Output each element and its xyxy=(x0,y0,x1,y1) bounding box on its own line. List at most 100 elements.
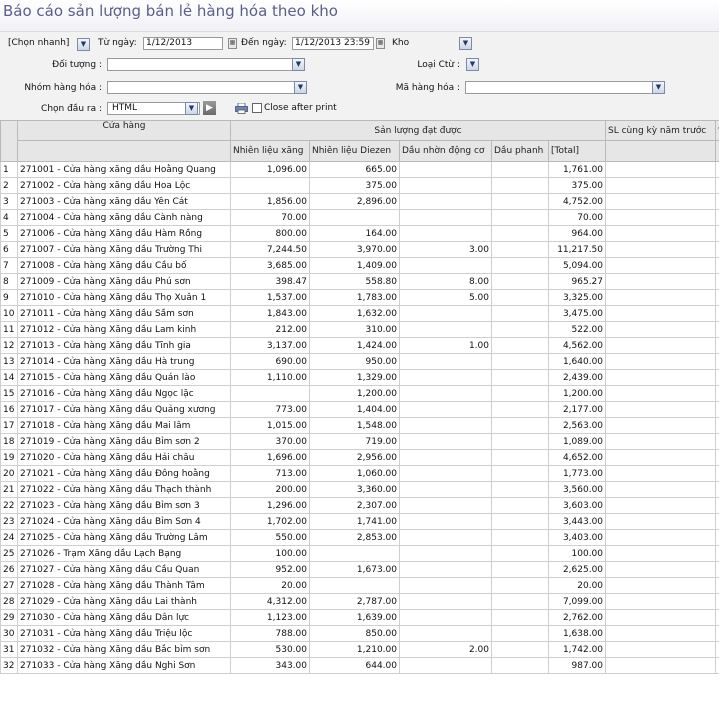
prev-year-cell xyxy=(605,353,717,370)
quick-select-dropdown-icon[interactable]: ▼ xyxy=(77,38,90,51)
object-dropdown-icon[interactable]: ▼ xyxy=(292,58,305,71)
diesel-cell: 1,329.00 xyxy=(309,369,400,386)
row-number: 5 xyxy=(0,225,18,242)
percent-header[interactable]: % xyxy=(715,120,719,141)
engine-oil-cell xyxy=(399,225,492,242)
gasoline-cell: 530.00 xyxy=(230,641,310,658)
brake-oil-cell xyxy=(491,177,549,194)
brake-oil-cell xyxy=(491,369,549,386)
table-row[interactable]: 17 271018 - Cửa hàng Xăng dầu Mai lâm 1,01… xyxy=(0,417,719,434)
table-row[interactable]: 16 271017 - Cửa hàng Xăng dầu Quảng xương… xyxy=(0,401,719,418)
diesel-cell: 644.00 xyxy=(309,657,400,674)
table-row[interactable]: 12 271013 - Cửa hàng Xăng dầu Tĩnh gia 3,1… xyxy=(0,337,719,354)
output-group-header: Sản lượng đạt được xyxy=(229,120,607,141)
product-code-select[interactable] xyxy=(465,81,665,94)
table-row[interactable]: 19 271020 - Cửa hàng Xăng dầu Hải châu 1,6… xyxy=(0,449,719,466)
table-row[interactable]: 5 271006 - Cửa hàng Xăng dầu Hàm Rồng 800.… xyxy=(0,225,719,242)
diesel-header[interactable]: Nhiên liệu Diezen xyxy=(309,140,400,162)
table-row[interactable]: 6 271007 - Cửa hàng Xăng dầu Trường Thi 7,… xyxy=(0,241,719,258)
product-group-select[interactable] xyxy=(107,81,307,94)
total-cell: 20.00 xyxy=(547,577,607,594)
table-row[interactable]: 10 271011 - Cửa hàng Xăng dầu Sầm sơn 1,84… xyxy=(0,305,719,322)
table-row[interactable]: 3 271003 - Cửa hàng xăng dầu Yên Cát 1,856… xyxy=(0,193,719,210)
gasoline-header[interactable]: Nhiên liệu xăng xyxy=(230,140,310,162)
gasoline-cell: 690.00 xyxy=(230,353,310,370)
table-row[interactable]: 29 271030 - Cửa hàng Xăng dầu Dân lực 1,12… xyxy=(0,609,719,626)
document-type-dropdown-icon[interactable]: ▼ xyxy=(466,58,479,71)
table-row[interactable]: 28 271029 - Cửa hàng Xăng dầu Lai thành 4,… xyxy=(0,593,719,610)
row-number: 29 xyxy=(0,609,18,626)
product-code-dropdown-icon[interactable]: ▼ xyxy=(652,81,665,94)
brake-oil-header[interactable]: Dầu phanh xyxy=(491,140,549,162)
to-calendar-icon[interactable]: ▦ xyxy=(376,38,385,49)
title-bar: Báo cáo sản lượng bán lẻ hàng hóa theo k… xyxy=(0,0,719,31)
from-date-input[interactable]: 1/12/2013 xyxy=(143,37,223,50)
table-row[interactable]: 31 271032 - Cửa hàng Xăng dầu Bắc bỉm sơn… xyxy=(0,641,719,658)
table-row[interactable]: 2 271002 - Cửa hàng xăng dầu Hoa Lộc 375.0… xyxy=(0,177,719,194)
table-row[interactable]: 1 271001 - Cửa hàng xăng dầu Hoằng Quang 1… xyxy=(0,161,719,178)
diesel-cell: 1,060.00 xyxy=(309,465,400,482)
percent-cell xyxy=(715,225,719,242)
total-cell: 1,742.00 xyxy=(547,641,607,658)
total-cell: 3,475.00 xyxy=(547,305,607,322)
warehouse-dropdown-icon[interactable]: ▼ xyxy=(459,37,472,50)
close-after-print-checkbox[interactable] xyxy=(252,103,262,113)
printer-icon[interactable] xyxy=(235,103,248,114)
diesel-cell: 950.00 xyxy=(309,353,400,370)
diesel-cell xyxy=(309,545,400,562)
row-number: 4 xyxy=(0,209,18,226)
product-group-dropdown-icon[interactable]: ▼ xyxy=(294,81,307,94)
table-row[interactable]: 32 271033 - Cửa hàng Xăng dầu Nghi Sơn 343… xyxy=(0,657,719,674)
gasoline-cell: 1,096.00 xyxy=(230,161,310,178)
filter-panel: [Chọn nhanh] ▼ Từ ngày: 1/12/2013 ▦ Đến … xyxy=(0,31,719,121)
table-row[interactable]: 26 271027 - Cửa hàng Xăng dầu Cầu Quan 952… xyxy=(0,561,719,578)
table-row[interactable]: 24 271025 - Cửa hàng Xăng dầu Trường Lâm 5… xyxy=(0,529,719,546)
to-date-input[interactable]: 1/12/2013 23:59 xyxy=(292,37,374,50)
table-row[interactable]: 11 271012 - Cửa hàng Xăng dầu Lam kinh 212… xyxy=(0,321,719,338)
close-after-print-label: Close after print xyxy=(264,103,337,113)
engine-oil-cell: 2.00 xyxy=(399,641,492,658)
engine-oil-cell xyxy=(399,417,492,434)
table-row[interactable]: 27 271028 - Cửa hàng Xăng dầu Thành Tâm 20… xyxy=(0,577,719,594)
gasoline-cell: 4,312.00 xyxy=(230,593,310,610)
gasoline-cell: 343.00 xyxy=(230,657,310,674)
row-number: 2 xyxy=(0,177,18,194)
table-row[interactable]: 9 271010 - Cửa hàng Xăng dầu Thọ Xuân 1 1,… xyxy=(0,289,719,306)
table-row[interactable]: 15 271016 - Cửa hàng Xăng dầu Ngọc lặc 1,2… xyxy=(0,385,719,402)
table-row[interactable]: 25 271026 - Trạm Xăng dầu Lạch Bạng 100.00… xyxy=(0,545,719,562)
table-row[interactable]: 18 271019 - Cửa hàng Xăng dầu Bỉm sơn 2 37… xyxy=(0,433,719,450)
gasoline-cell: 212.00 xyxy=(230,321,310,338)
prev-year-cell xyxy=(605,449,717,466)
table-row[interactable]: 21 271022 - Cửa hàng Xăng dầu Thạch thành… xyxy=(0,481,719,498)
prev-year-cell xyxy=(605,465,717,482)
total-header[interactable]: [Total] xyxy=(547,140,607,162)
store-name-cell: 271031 - Cửa hàng Xăng dầu Triệu lộc xyxy=(17,625,231,642)
table-row[interactable]: 30 271031 - Cửa hàng Xăng dầu Triệu lộc 78… xyxy=(0,625,719,642)
run-report-button[interactable]: ▶ xyxy=(203,101,216,115)
prev-year-subheader xyxy=(605,140,717,162)
store-name-cell: 271007 - Cửa hàng Xăng dầu Trường Thi xyxy=(17,241,231,258)
quick-select[interactable]: [Chọn nhanh] xyxy=(6,38,76,51)
table-row[interactable]: 20 271021 - Cửa hàng Xăng dầu Đông hoằng 7… xyxy=(0,465,719,482)
table-row[interactable]: 23 271024 - Cửa hàng Xăng dầu Bỉm Sơn 4 1,… xyxy=(0,513,719,530)
percent-cell xyxy=(715,161,719,178)
row-number: 7 xyxy=(0,257,18,274)
prev-year-header[interactable]: SL cùng kỳ năm trước xyxy=(605,120,717,141)
from-calendar-icon[interactable]: ▦ xyxy=(228,38,237,49)
row-number: 10 xyxy=(0,305,18,322)
engine-oil-header[interactable]: Dầu nhờn động cơ xyxy=(399,140,492,162)
table-row[interactable]: 8 271009 - Cửa hàng Xăng dầu Phú sơn 398.4… xyxy=(0,273,719,290)
output-dropdown-icon[interactable]: ▼ xyxy=(185,102,198,115)
gasoline-cell: 1,110.00 xyxy=(230,369,310,386)
object-select[interactable] xyxy=(107,58,305,71)
table-row[interactable]: 13 271014 - Cửa hàng Xăng dầu Hà trung 690… xyxy=(0,353,719,370)
store-header[interactable]: Cửa hàng xyxy=(17,120,231,141)
table-row[interactable]: 4 271004 - Cửa hàng xăng dầu Cành nàng 70.… xyxy=(0,209,719,226)
prev-year-cell xyxy=(605,417,717,434)
store-name-cell: 271020 - Cửa hàng Xăng dầu Hải châu xyxy=(17,449,231,466)
report-table-container[interactable]: Cửa hàng Sản lượng đạt được SL cùng kỳ n… xyxy=(0,120,719,703)
table-row[interactable]: 7 271008 - Cửa hàng Xăng dầu Cầu bố 3,685.… xyxy=(0,257,719,274)
percent-cell xyxy=(715,465,719,482)
table-row[interactable]: 14 271015 - Cửa hàng Xăng dầu Quán lào 1,1… xyxy=(0,369,719,386)
table-row[interactable]: 22 271023 - Cửa hàng Xăng dầu Bỉm sơn 3 1,… xyxy=(0,497,719,514)
